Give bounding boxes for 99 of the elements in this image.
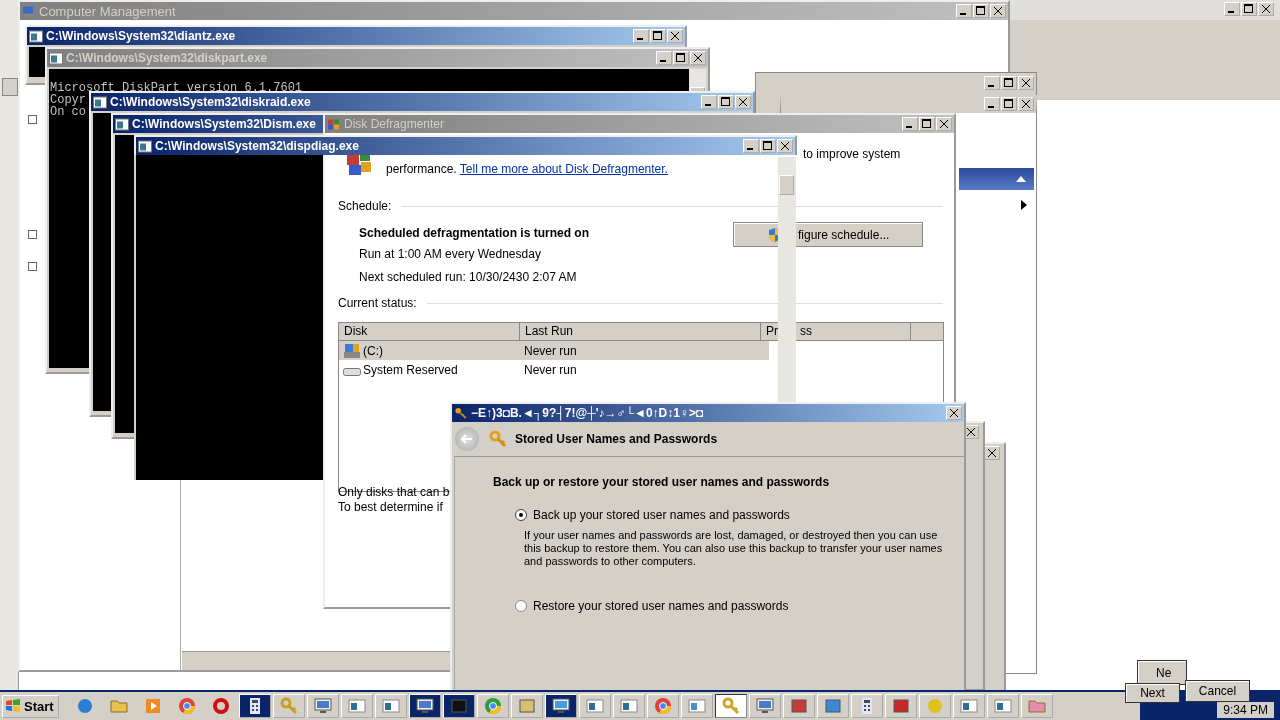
help-link[interactable]: Tell me more about Disk Defragmenter.	[459, 162, 668, 176]
schedule-text: Run at 1:00 AM every Wednesday	[359, 247, 541, 261]
key-icon	[454, 406, 468, 420]
computer-icon[interactable]	[408, 694, 441, 718]
console-line: On co	[50, 106, 86, 118]
window-icon[interactable]	[578, 694, 611, 718]
window-title: Disk Defragmenter	[344, 117, 445, 131]
table-cell-text: Never run	[523, 362, 578, 377]
window-title: C:\Windows\System32\dispdiag.exe	[155, 139, 359, 153]
calculator-icon[interactable]	[850, 694, 883, 718]
console-icon	[138, 139, 152, 153]
radio-option[interactable]: Back up your stored user names and passwords	[515, 508, 964, 522]
start-button[interactable]: Start	[2, 694, 59, 718]
next-button[interactable]: Next	[1125, 683, 1180, 703]
windows-logo-icon	[5, 698, 21, 714]
close-button[interactable]	[1018, 76, 1034, 90]
note-text: To best determine if	[338, 500, 443, 514]
computer-icon	[22, 4, 36, 18]
console-icon[interactable]	[442, 694, 475, 718]
disk-row[interactable]: (C:) Never run	[339, 341, 769, 360]
maximize-button[interactable]	[673, 51, 689, 65]
close-button[interactable]	[735, 95, 751, 109]
minimize-button[interactable]	[633, 29, 649, 43]
chart-folder-icon[interactable]	[1020, 694, 1053, 718]
note-text: Only disks that can b	[338, 485, 450, 499]
restore-button[interactable]	[1001, 97, 1017, 111]
close-button[interactable]	[946, 406, 962, 420]
key-icon	[489, 430, 507, 448]
minimize-button[interactable]	[701, 95, 717, 109]
minimize-button[interactable]	[956, 4, 972, 18]
close-button[interactable]	[936, 117, 952, 131]
description-text: to improve system	[803, 147, 901, 161]
close-button[interactable]	[667, 29, 683, 43]
arrow-left-icon	[461, 434, 473, 444]
window-icon[interactable]	[612, 694, 645, 718]
drive-icon	[343, 342, 361, 359]
console-line: Copyr	[50, 94, 86, 106]
minimize-button[interactable]	[984, 76, 1000, 90]
schedule-text: Next scheduled run: 10/30/2430 2:07 AM	[359, 270, 577, 284]
console-icon	[29, 29, 43, 43]
collapse-toggle[interactable]	[28, 115, 37, 124]
console-icon	[93, 95, 107, 109]
table-cell: System Reserved	[363, 362, 458, 377]
minimize-button[interactable]	[656, 51, 672, 65]
window-title: Computer Management	[39, 3, 176, 19]
color-wheel-icon[interactable]	[646, 694, 679, 718]
table-cell-text: Never run	[523, 343, 578, 358]
window-icon[interactable]	[986, 694, 1019, 718]
table-cell: (C:)	[363, 343, 383, 358]
option-description: If your user names and passwords are lost, damaged, or destroyed then you can use this backup to restore them. You can also use this backup to transfer your user names and passwords to other computers.	[524, 529, 944, 568]
minimize-button[interactable]	[1224, 2, 1240, 16]
maximize-button[interactable]	[650, 29, 666, 43]
window-icon[interactable]	[952, 694, 985, 718]
window-title: C:\Windows\System32\diskpart.exe	[66, 51, 268, 65]
section-label: Schedule:	[338, 199, 392, 213]
window-title: −E↑)3◘B.◄┐9?┤7!@┼'♪→♂└◄0↑D↕1♀>◘	[471, 406, 704, 420]
maximize-button[interactable]	[718, 95, 734, 109]
minimize-button[interactable]	[902, 117, 918, 131]
close-button[interactable]	[1258, 2, 1274, 16]
window-title: C:\Windows\System32\diantz.exe	[46, 29, 236, 43]
minimize-button[interactable]	[743, 139, 759, 153]
maximize-button[interactable]	[760, 139, 776, 153]
expand-arrow-icon[interactable]	[1021, 200, 1027, 210]
scrollbar[interactable]	[0, 0, 19, 690]
blocks-icon	[327, 117, 341, 131]
cancel-button[interactable]: Cancel	[1185, 680, 1250, 702]
console-icon	[115, 117, 129, 131]
window-icon[interactable]	[374, 694, 407, 718]
window-title: C:\Windows\System32\diskraid.exe	[110, 95, 311, 109]
window-title: C:\Windows\System32\Dism.exe	[132, 117, 316, 131]
maximize-button[interactable]	[919, 117, 935, 131]
collapse-toggle[interactable]	[28, 230, 37, 239]
dialog-heading: Back up or restore your stored user names and passwords	[493, 475, 831, 489]
radio-option[interactable]: Restore your stored user names and passwords	[515, 599, 964, 613]
close-button[interactable]	[1018, 97, 1034, 111]
clock: 9:34 PM	[1217, 702, 1274, 718]
drive-icon	[343, 368, 361, 376]
next-button[interactable]: Ne	[1137, 660, 1187, 685]
schedule-status: Scheduled defragmentation is turned on	[359, 226, 590, 240]
configure-schedule-button[interactable]: figure schedule...	[733, 222, 923, 247]
console-line: Microsoft DiskPart version 6.1.7601	[50, 82, 303, 94]
dialog-header: Stored User Names and Passwords	[515, 432, 718, 446]
calculator-icon[interactable]	[238, 694, 271, 718]
expand-toggle[interactable]	[28, 262, 37, 271]
restore-button[interactable]	[1241, 2, 1257, 16]
maximize-button[interactable]	[1001, 76, 1017, 90]
key-icon[interactable]	[714, 694, 747, 718]
window-icon[interactable]	[340, 694, 373, 718]
close-button[interactable]	[777, 139, 793, 153]
section-label: Current status:	[338, 296, 417, 310]
disk-row[interactable]: System Reserved Never run	[339, 360, 769, 379]
monitor-icon[interactable]	[544, 694, 577, 718]
minimize-button[interactable]	[984, 97, 1000, 111]
scrollbar[interactable]	[689, 69, 706, 91]
console-icon	[49, 51, 63, 65]
maximize-button[interactable]	[973, 4, 989, 18]
description-text: performance.	[386, 162, 457, 176]
close-button[interactable]	[990, 4, 1006, 18]
close-button[interactable]	[690, 51, 706, 65]
